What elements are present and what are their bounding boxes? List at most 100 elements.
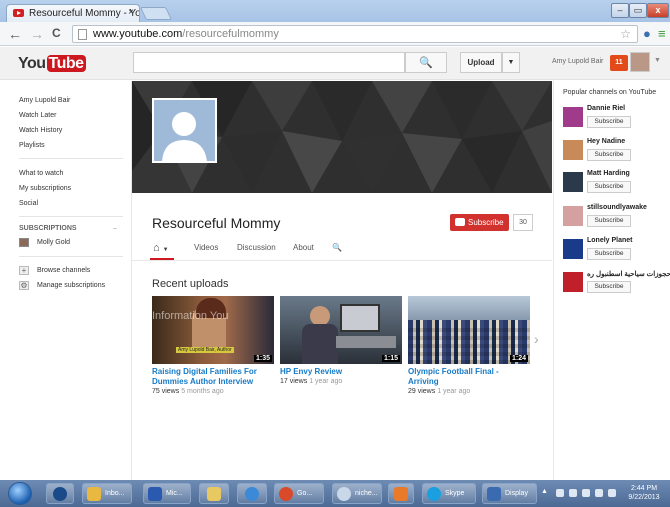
tray-icon[interactable] <box>569 489 577 497</box>
taskbar-item-media[interactable] <box>388 483 414 504</box>
tray-icon[interactable] <box>608 489 616 497</box>
channel-name[interactable]: Dannie Riel <box>587 105 625 112</box>
subscribe-button[interactable]: Subscribe <box>587 248 631 260</box>
tab-videos[interactable]: Videos <box>194 243 218 252</box>
video-meta: 75 views 5 months ago <box>152 388 274 395</box>
channel-thumbnail[interactable] <box>563 272 583 292</box>
subscribe-button[interactable]: Subscribe <box>587 181 631 193</box>
avatar[interactable] <box>630 52 650 72</box>
tab-close-icon[interactable]: × <box>128 7 134 18</box>
hp-taskbar-button[interactable] <box>46 483 74 504</box>
guide-item-playlists[interactable]: Playlists <box>19 142 45 149</box>
upload-menu-button[interactable]: ▼ <box>502 52 520 73</box>
channel-avatar[interactable] <box>152 98 217 163</box>
channel-thumbnail[interactable] <box>563 107 583 127</box>
bookmark-star-icon[interactable]: ☆ <box>620 27 631 41</box>
youtube-logo[interactable]: You Tube <box>18 55 86 73</box>
channel-thumbnail[interactable] <box>563 239 583 259</box>
subscribe-button[interactable]: Subscribe <box>450 214 509 231</box>
logo-tube: Tube <box>46 55 86 72</box>
channel-name[interactable]: Matt Harding <box>587 170 630 177</box>
video-duration: 1:24 <box>509 355 528 362</box>
upload-button[interactable]: Upload <box>460 52 502 73</box>
tab-title: Resourceful Mommy - Yo <box>29 8 140 19</box>
video-age: 1 year ago <box>437 388 471 395</box>
tray-chevron-icon[interactable]: ▲ <box>541 488 549 496</box>
subscriptions-header[interactable]: SUBSCRIPTIONS <box>19 225 77 232</box>
subscribe-button[interactable]: Subscribe <box>587 116 631 128</box>
back-button[interactable]: ← <box>8 26 22 42</box>
maximize-button[interactable]: ▭ <box>629 3 647 18</box>
tab-discussion[interactable]: Discussion <box>237 243 276 252</box>
close-window-button[interactable]: x <box>647 3 669 18</box>
guide-item-user[interactable]: Amy Lupold Bair <box>19 97 70 104</box>
volume-icon[interactable] <box>595 489 603 497</box>
taskbar-label: Display <box>505 490 528 497</box>
video-card[interactable]: 1:15 HP Envy Review 17 views 1 year ago <box>280 296 402 385</box>
popular-channel: Dannie Riel Subscribe <box>563 105 670 135</box>
minimize-button[interactable]: – <box>611 3 629 18</box>
channel-name[interactable]: stillsoundlyawake <box>587 204 647 211</box>
channel-thumbnail[interactable] <box>563 140 583 160</box>
clock-time: 2:44 PM <box>630 485 658 492</box>
subscribe-button[interactable]: Subscribe <box>587 149 631 161</box>
network-icon[interactable] <box>582 489 590 497</box>
forward-button[interactable]: → <box>30 26 44 42</box>
reload-button[interactable]: C <box>52 26 61 40</box>
video-card[interactable]: Information You Amy Lupold Bair, Author … <box>152 296 274 395</box>
search-button[interactable]: 🔍 <box>405 52 447 73</box>
video-duration: 1:15 <box>381 355 400 362</box>
guide-item-my-subscriptions[interactable]: My subscriptions <box>19 185 71 192</box>
channel-name[interactable]: Hey Nadine <box>587 138 625 145</box>
subscription-molly-gold[interactable]: Molly Gold <box>37 239 70 246</box>
guide-item-watch-history[interactable]: Watch History <box>19 127 62 134</box>
collapse-icon[interactable]: – <box>113 225 117 232</box>
active-tab-indicator <box>150 258 174 260</box>
notification-badge[interactable]: 11 <box>610 55 628 71</box>
taskbar-item-skype[interactable]: Skype <box>422 483 476 504</box>
guide-item-what-to-watch[interactable]: What to watch <box>19 170 63 177</box>
taskbar-item-ie[interactable] <box>237 483 267 504</box>
user-name[interactable]: Amy Lupold Bair <box>552 58 603 65</box>
popular-channel: Matt Harding Subscribe <box>563 170 670 200</box>
popular-channels-sidebar: Popular channels on YouTube Dannie Riel … <box>553 81 670 480</box>
browser-tab[interactable]: Resourceful Mommy - Yo × <box>6 4 140 22</box>
channel-name[interactable]: Lonely Planet <box>587 237 633 244</box>
video-title[interactable]: Raising Digital Families For Dummies Aut… <box>152 367 274 387</box>
extension-icon[interactable]: ● <box>643 26 651 41</box>
chevron-down-icon[interactable]: ▼ <box>654 57 661 64</box>
video-card[interactable]: 1:24 Olympic Football Final - Arriving 2… <box>408 296 530 395</box>
taskbar-item-outlook[interactable]: Inbo... <box>82 483 132 504</box>
video-thumbnail[interactable]: 1:24 <box>408 296 530 364</box>
channel-thumbnail[interactable] <box>563 172 583 192</box>
channel-name[interactable]: حجوزات سياحية اسطنبول ره... <box>587 270 670 278</box>
video-title[interactable]: Olympic Football Final - Arriving <box>408 367 530 387</box>
taskbar-item-library[interactable] <box>199 483 229 504</box>
subscribe-button[interactable]: Subscribe <box>587 215 631 227</box>
chrome-menu-icon[interactable]: ≡ <box>658 26 666 41</box>
video-thumbnail[interactable]: 1:15 <box>280 296 402 364</box>
search-input[interactable] <box>133 52 405 73</box>
next-arrow-icon[interactable]: › <box>534 331 539 347</box>
taskbar-item-word[interactable]: Mic... <box>143 483 191 504</box>
video-thumbnail[interactable]: Information You Amy Lupold Bair, Author … <box>152 296 274 364</box>
tray-icon[interactable] <box>556 489 564 497</box>
new-tab-button[interactable] <box>139 7 173 20</box>
start-button[interactable] <box>8 482 32 505</box>
display-icon <box>487 487 501 501</box>
channel-thumbnail[interactable] <box>563 206 583 226</box>
address-bar[interactable]: www.youtube.com/resourcefulmommy ☆ <box>72 25 638 43</box>
manage-subscriptions-link[interactable]: Manage subscriptions <box>37 282 105 289</box>
clock-date: 9/22/2013 <box>628 494 660 501</box>
guide-item-watch-later[interactable]: Watch Later <box>19 112 56 119</box>
guide-item-social[interactable]: Social <box>19 200 38 207</box>
system-clock[interactable]: 2:44 PM 9/22/2013 <box>620 484 668 502</box>
video-title[interactable]: HP Envy Review <box>280 367 402 377</box>
taskbar-item-display[interactable]: Display <box>482 483 537 504</box>
subscribe-button[interactable]: Subscribe <box>587 281 631 293</box>
taskbar-item-chrome[interactable]: Go... <box>274 483 324 504</box>
tab-about[interactable]: About <box>293 243 314 252</box>
channel-search-icon[interactable]: 🔍 <box>332 243 342 252</box>
browse-channels-link[interactable]: Browse channels <box>37 267 90 274</box>
taskbar-item-search[interactable]: niche... <box>332 483 382 504</box>
